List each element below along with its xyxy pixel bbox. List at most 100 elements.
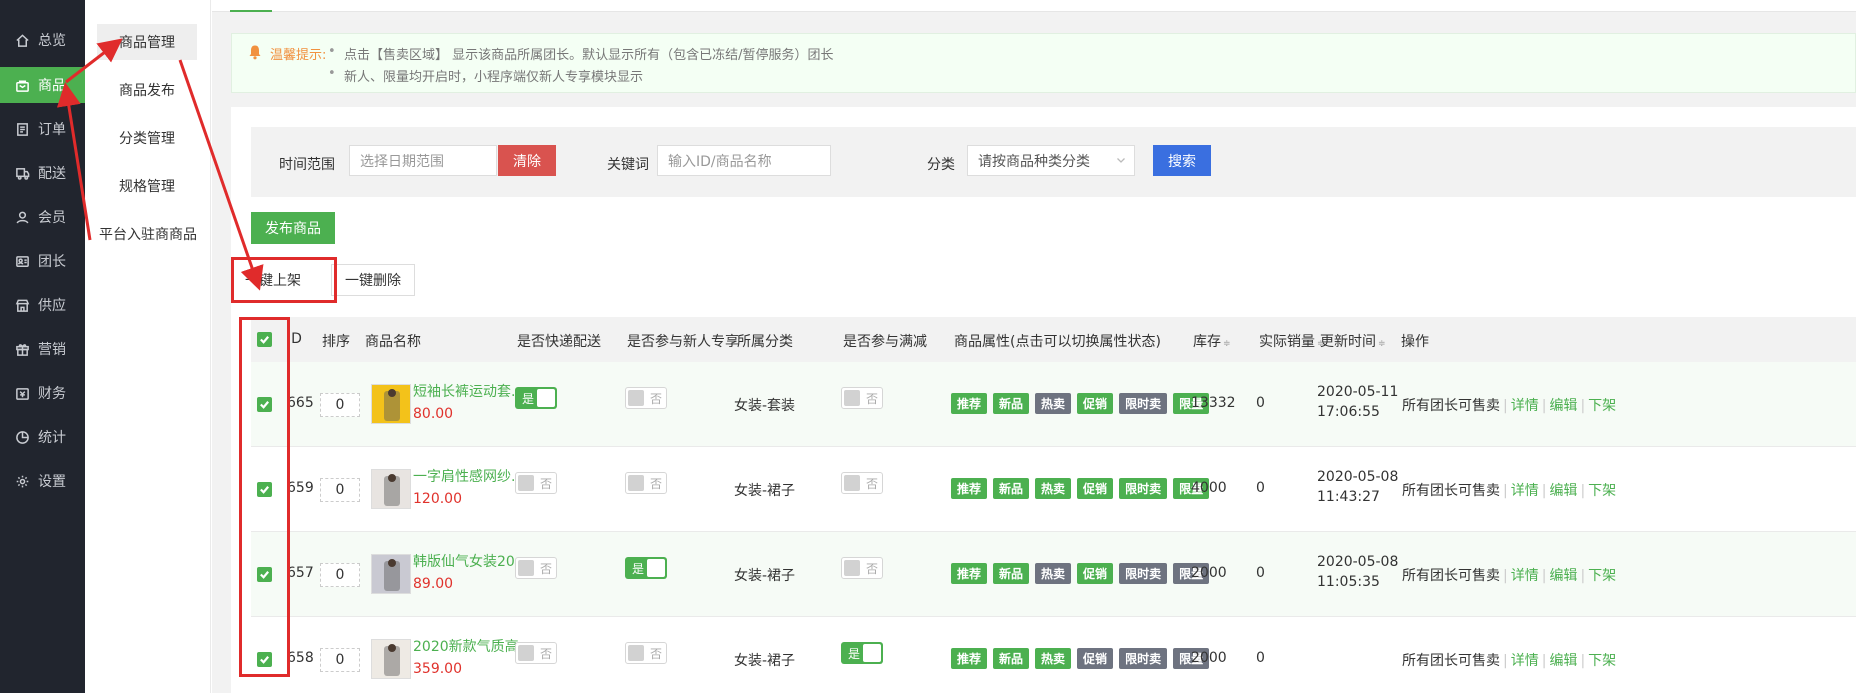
product-name-link[interactable]: 短袖长裤运动套... bbox=[413, 381, 524, 401]
attribute-tag[interactable]: 热卖 bbox=[1035, 393, 1072, 414]
discount-toggle[interactable]: 否 bbox=[841, 557, 883, 579]
attribute-tag[interactable]: 促销 bbox=[1077, 393, 1114, 414]
table-row: 665 0 短袖长裤运动套... 80.00 是 否 女装-套装 否 推荐 新品… bbox=[251, 362, 1856, 447]
detail-link[interactable]: 详情 bbox=[1511, 398, 1539, 414]
submenu-item-spec-manage[interactable]: 规格管理 bbox=[97, 168, 197, 204]
row-id: 658 bbox=[287, 650, 314, 666]
attribute-tag[interactable]: 促销 bbox=[1077, 648, 1114, 669]
sidebar-item-label: 设置 bbox=[38, 474, 66, 490]
product-thumbnail[interactable] bbox=[371, 639, 411, 679]
table-row: 658 0 2020新款气质高... 359.00 否 否 女装-裙子 是 推荐… bbox=[251, 617, 1856, 693]
discount-toggle[interactable]: 否 bbox=[841, 387, 883, 409]
toggle-knob bbox=[537, 389, 555, 407]
sidebar-item-marketing[interactable]: 营销 bbox=[0, 331, 85, 367]
discount-toggle[interactable]: 否 bbox=[841, 472, 883, 494]
bulk-delete-button[interactable]: 一键删除 bbox=[331, 264, 415, 296]
express-toggle[interactable]: 否 bbox=[515, 472, 557, 494]
category-select[interactable]: 请按商品种类分类 bbox=[967, 145, 1135, 176]
newuser-toggle[interactable]: 是 bbox=[625, 557, 667, 579]
product-thumbnail[interactable] bbox=[371, 554, 411, 594]
attribute-tag[interactable]: 限时卖 bbox=[1119, 648, 1168, 669]
edit-link[interactable]: 编辑 bbox=[1549, 398, 1577, 414]
row-sales: 0 bbox=[1256, 480, 1265, 496]
newuser-toggle[interactable]: 否 bbox=[625, 642, 667, 664]
sort-input[interactable]: 0 bbox=[320, 393, 360, 417]
attribute-tag[interactable]: 推荐 bbox=[951, 393, 988, 414]
express-toggle[interactable]: 否 bbox=[515, 642, 557, 664]
submenu-item-goods-publish[interactable]: 商品发布 bbox=[97, 72, 197, 108]
sellable-leaders-link[interactable]: 所有团长可售卖 bbox=[1402, 568, 1500, 584]
offshelf-link[interactable]: 下架 bbox=[1588, 398, 1616, 414]
sidebar-item-goods[interactable]: 商品 bbox=[0, 67, 85, 103]
divider: | bbox=[1580, 653, 1586, 669]
sellable-leaders-link[interactable]: 所有团长可售卖 bbox=[1402, 398, 1500, 414]
sidebar-item-orders[interactable]: 订单 bbox=[0, 111, 85, 147]
sellable-leaders-link[interactable]: 所有团长可售卖 bbox=[1402, 653, 1500, 669]
express-toggle[interactable]: 否 bbox=[515, 557, 557, 579]
sort-input[interactable]: 0 bbox=[320, 648, 360, 672]
toggle-knob bbox=[844, 475, 860, 491]
attribute-tag[interactable]: 热卖 bbox=[1035, 648, 1072, 669]
detail-link[interactable]: 详情 bbox=[1511, 568, 1539, 584]
offshelf-link[interactable]: 下架 bbox=[1588, 653, 1616, 669]
submenu-item-category-manage[interactable]: 分类管理 bbox=[97, 120, 197, 156]
discount-toggle[interactable]: 是 bbox=[841, 642, 883, 664]
clear-button[interactable]: 清除 bbox=[498, 145, 556, 176]
attribute-tag[interactable]: 推荐 bbox=[951, 563, 988, 584]
category-select-value: 请按商品种类分类 bbox=[978, 153, 1090, 170]
attribute-tag[interactable]: 新品 bbox=[993, 648, 1030, 669]
attribute-tag[interactable]: 热卖 bbox=[1035, 563, 1072, 584]
detail-link[interactable]: 详情 bbox=[1511, 483, 1539, 499]
attribute-tag[interactable]: 热卖 bbox=[1035, 478, 1072, 499]
product-thumbnail[interactable] bbox=[371, 384, 411, 424]
sidebar-item-members[interactable]: 会员 bbox=[0, 199, 85, 235]
publish-goods-button[interactable]: 发布商品 bbox=[251, 212, 335, 244]
sidebar-item-label: 供应 bbox=[38, 298, 66, 314]
attribute-tag[interactable]: 限时卖 bbox=[1119, 478, 1168, 499]
newuser-toggle[interactable]: 否 bbox=[625, 387, 667, 409]
keyword-input[interactable]: 输入ID/商品名称 bbox=[657, 145, 831, 176]
sidebar-item-supply[interactable]: 供应 bbox=[0, 287, 85, 323]
toggle-knob bbox=[518, 645, 534, 661]
attribute-tag[interactable]: 新品 bbox=[993, 563, 1030, 584]
attribute-tag[interactable]: 新品 bbox=[993, 478, 1030, 499]
offshelf-link[interactable]: 下架 bbox=[1588, 568, 1616, 584]
sidebar-item-finance[interactable]: 财务 bbox=[0, 375, 85, 411]
header-updated[interactable]: 更新时间 ≑ bbox=[1320, 331, 1386, 351]
sidebar-item-stats[interactable]: 统计 bbox=[0, 419, 85, 455]
edit-link[interactable]: 编辑 bbox=[1549, 568, 1577, 584]
keyword-label: 关键词 bbox=[607, 157, 649, 173]
sort-input[interactable]: 0 bbox=[320, 563, 360, 587]
submenu-item-platform-goods[interactable]: 平台入驻商商品 bbox=[85, 216, 211, 252]
attribute-tag[interactable]: 限时卖 bbox=[1119, 393, 1168, 414]
product-thumbnail[interactable] bbox=[371, 469, 411, 509]
product-name-link[interactable]: 韩版仙气女装20... bbox=[413, 551, 528, 571]
express-toggle[interactable]: 是 bbox=[515, 387, 557, 409]
row-operations: 所有团长可售卖 | 详情 | 编辑 | 下架 bbox=[1402, 480, 1616, 500]
sidebar-item-leaders[interactable]: 团长 bbox=[0, 243, 85, 279]
sidebar-item-overview[interactable]: 总览 bbox=[0, 22, 85, 58]
submenu-item-goods-manage[interactable]: 商品管理 bbox=[97, 24, 197, 60]
attribute-tag[interactable]: 促销 bbox=[1077, 563, 1114, 584]
header-express: 是否快递配送 bbox=[517, 334, 601, 350]
header-stock[interactable]: 库存 ≑ bbox=[1193, 331, 1231, 351]
offshelf-link[interactable]: 下架 bbox=[1588, 483, 1616, 499]
newuser-toggle[interactable]: 否 bbox=[625, 472, 667, 494]
sidebar-item-delivery[interactable]: 配送 bbox=[0, 155, 85, 191]
sidebar-item-settings[interactable]: 设置 bbox=[0, 463, 85, 499]
attribute-tag[interactable]: 限时卖 bbox=[1119, 563, 1168, 584]
sellable-leaders-link[interactable]: 所有团长可售卖 bbox=[1402, 483, 1500, 499]
edit-link[interactable]: 编辑 bbox=[1549, 653, 1577, 669]
product-name-link[interactable]: 一字肩性感网纱... bbox=[413, 466, 524, 486]
attribute-tag[interactable]: 促销 bbox=[1077, 478, 1114, 499]
sort-input[interactable]: 0 bbox=[320, 478, 360, 502]
attribute-tag[interactable]: 推荐 bbox=[951, 648, 988, 669]
divider: | bbox=[1503, 483, 1508, 499]
attribute-tag[interactable]: 新品 bbox=[993, 393, 1030, 414]
search-button[interactable]: 搜索 bbox=[1153, 145, 1211, 176]
detail-link[interactable]: 详情 bbox=[1511, 653, 1539, 669]
date-range-input[interactable]: 选择日期范围 bbox=[349, 145, 497, 176]
header-sales[interactable]: 实际销量 ≑ bbox=[1259, 331, 1325, 351]
attribute-tag[interactable]: 推荐 bbox=[951, 478, 988, 499]
edit-link[interactable]: 编辑 bbox=[1549, 483, 1577, 499]
